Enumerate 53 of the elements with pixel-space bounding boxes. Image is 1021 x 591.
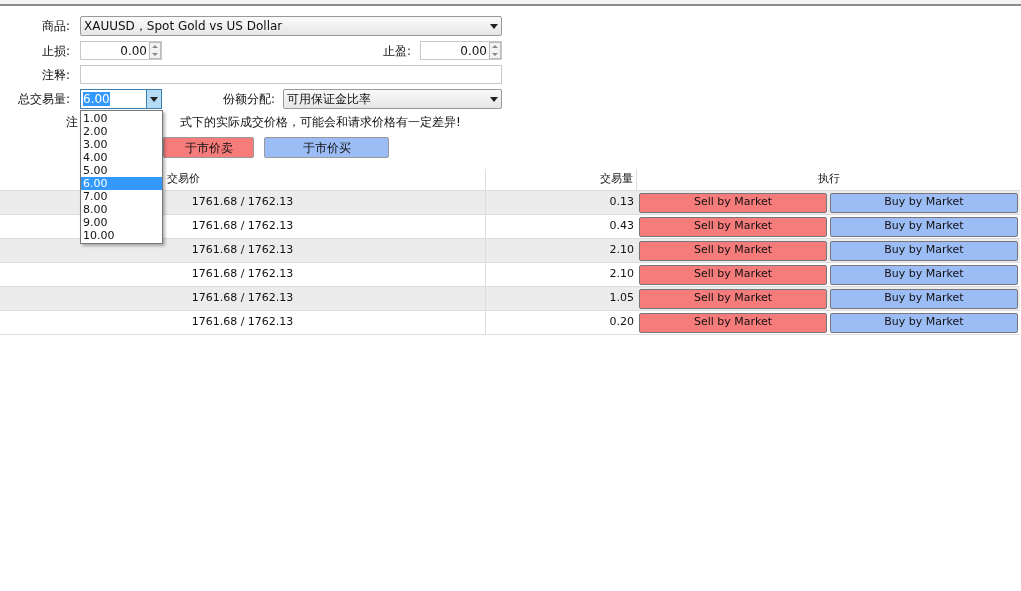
price-cell: 1761.68 / 1762.13	[0, 287, 486, 310]
field-label: 总交易量:	[16, 91, 71, 108]
sell-button[interactable]: Sell by Market	[639, 264, 827, 285]
sell-button[interactable]: 于市价卖	[163, 137, 254, 158]
comment-field[interactable]	[80, 65, 502, 84]
buy-button[interactable]: Buy by Market	[830, 216, 1018, 237]
dropdown-option[interactable]: 9.00	[81, 216, 162, 229]
symbol-dropdown[interactable]: XAUUSD，Spot Gold vs US Dollar	[80, 16, 502, 36]
price-cell: 1761.68 / 1762.13	[0, 263, 486, 286]
dropdown-option[interactable]: 10.00	[81, 229, 162, 242]
dropdown-option[interactable]: 4.00	[81, 151, 162, 164]
volume-cell-text: 0.20	[608, 314, 635, 331]
volume-cell-text: 0.13	[608, 194, 635, 211]
dropdown-option[interactable]: 3.00	[81, 138, 162, 151]
field-label: 止盈:	[382, 42, 412, 60]
volume-cell-text: 2.10	[608, 266, 635, 283]
volume-cell-text: 0.43	[608, 218, 635, 235]
spinner-arrows-icon	[489, 42, 501, 59]
number-field[interactable]: 0.00	[80, 41, 162, 60]
field-label: 止损:	[40, 42, 71, 60]
buy-button[interactable]: Buy by Market	[830, 312, 1018, 333]
caret-icon	[150, 96, 158, 102]
column-header: 交易量	[486, 169, 637, 190]
dropdown-option[interactable]: 8.00	[81, 203, 162, 216]
volume-cell-text: 2.10	[608, 242, 635, 259]
column-header: 执行	[816, 171, 841, 188]
field-label: 注释:	[40, 66, 71, 84]
allocation-dropdown[interactable]: 可用保证金比率	[283, 89, 502, 109]
buy-button[interactable]: 于市价买	[264, 137, 389, 158]
volume-cell-text: 1.05	[608, 290, 635, 307]
sell-button[interactable]: Sell by Market	[639, 192, 827, 213]
dropdown-option[interactable]: 2.00	[81, 125, 162, 138]
buy-button[interactable]: Buy by Market	[830, 264, 1018, 285]
buy-button[interactable]: Buy by Market	[830, 288, 1018, 309]
buy-button[interactable]: Buy by Market	[830, 192, 1018, 213]
field-label: 商品:	[40, 18, 71, 35]
sell-button[interactable]: Sell by Market	[639, 288, 827, 309]
dropdown-option[interactable]: 5.00	[81, 164, 162, 177]
number-field[interactable]: 0.00	[420, 41, 502, 60]
dropdown-option[interactable]: 1.00	[81, 112, 162, 125]
buy-button[interactable]: Buy by Market	[830, 240, 1018, 261]
note-text: 式下的实际成交价格，可能会和请求价格有一定差异!	[180, 114, 461, 131]
caret-icon	[490, 23, 498, 29]
sell-button[interactable]: Sell by Market	[639, 216, 827, 237]
dropdown-button[interactable]	[146, 90, 161, 108]
dropdown-option[interactable]: 7.00	[81, 190, 162, 203]
sell-button[interactable]: Sell by Market	[639, 240, 827, 261]
note-text: 注	[66, 114, 78, 131]
caret-icon	[490, 96, 498, 102]
field-label: 份额分配:	[223, 91, 277, 108]
spinner-arrows-icon	[149, 42, 161, 59]
price-cell: 1761.68 / 1762.13	[0, 311, 486, 334]
sell-button[interactable]: Sell by Market	[639, 312, 827, 333]
